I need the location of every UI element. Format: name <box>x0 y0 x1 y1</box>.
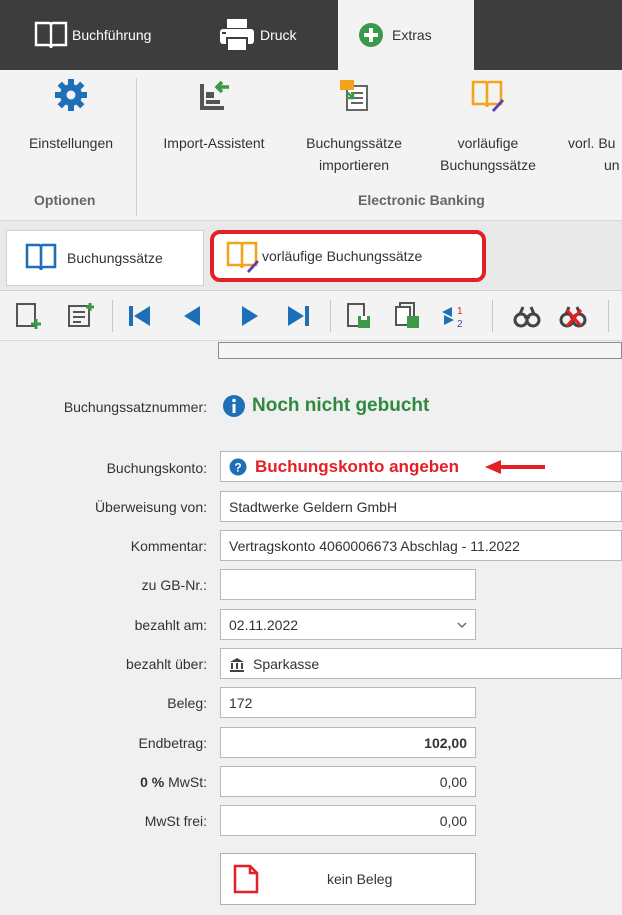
save-all-icon[interactable] <box>392 301 422 331</box>
beleg-label: Beleg: <box>167 695 207 711</box>
doctab-vorlaeufige-buchungssaetze[interactable]: vorläufige Buchungssätze <box>210 230 486 282</box>
label-line-1: vorläufige <box>457 135 519 151</box>
bezahlt-ueber-field[interactable]: Sparkasse <box>220 648 622 679</box>
first-record-icon[interactable] <box>124 301 154 331</box>
label-line-1: vorl. Bu <box>568 135 616 151</box>
group-label-electronic-banking: Electronic Banking <box>358 192 485 208</box>
search-clear-icon[interactable] <box>558 301 588 331</box>
group-label-optionen: Optionen <box>34 192 96 208</box>
label-line-2: importieren <box>318 157 390 173</box>
ueberweisung-von-label: Überweisung von: <box>94 499 207 515</box>
arrow-left-icon <box>485 459 545 474</box>
bank-icon <box>230 657 244 672</box>
import-document-icon <box>340 80 368 111</box>
help-icon: ? <box>229 458 247 475</box>
button-label: vorl. Bu un <box>568 132 622 176</box>
buchungssatznummer-label: Buchungssatznummer: <box>63 399 207 415</box>
vorlaeufige-buchungssaetze-button[interactable]: vorläufige Buchungssätze <box>424 70 552 186</box>
buchungssaetze-importieren-button[interactable]: Buchungssätze importieren <box>290 70 418 186</box>
beleg-field[interactable]: 172 <box>220 687 476 718</box>
new-list-icon[interactable] <box>66 301 96 331</box>
book-icon <box>34 21 68 49</box>
button-label: Import-Assistent <box>163 135 265 151</box>
next-record-icon[interactable] <box>236 301 266 331</box>
bezahlt-am-value: 02.11.2022 <box>229 616 299 633</box>
button-label: Buchungssätze importieren <box>290 132 418 176</box>
tab-label: Druck <box>260 27 297 43</box>
book-edit-icon <box>226 241 259 273</box>
previous-record-icon[interactable] <box>176 301 206 331</box>
tab-druck[interactable]: Druck <box>218 0 328 70</box>
toolbar-separator <box>492 300 493 332</box>
toolbar-separator <box>112 300 113 332</box>
chevron-down-icon[interactable] <box>457 622 467 628</box>
buchungskonto-label: Buchungskonto: <box>106 460 207 476</box>
ribbon-separator <box>136 78 137 216</box>
tab-buchfuehrung[interactable]: Buchführung <box>22 0 192 70</box>
ueberweisung-von-field[interactable]: Stadtwerke Geldern GmbH <box>220 491 622 522</box>
mwst-frei-field[interactable]: 0,00 <box>220 805 476 836</box>
document-tab-bar: Buchungssätze vorläufige Buchungssätze <box>0 221 622 291</box>
top-tab-bar: Buchführung Druck Extras <box>0 0 622 70</box>
label-line-2: un <box>604 157 620 173</box>
kein-beleg-label: kein Beleg <box>327 871 393 887</box>
plus-circle-icon <box>359 23 383 47</box>
kein-beleg-button[interactable]: kein Beleg <box>220 853 476 905</box>
endbetrag-field[interactable]: 102,00 <box>220 727 476 758</box>
mwst-label-text: MwSt: <box>164 774 207 790</box>
record-toolbar: 12 <box>0 291 622 341</box>
svg-text:2: 2 <box>457 319 463 330</box>
booking-status: Noch nicht gebucht <box>252 395 430 416</box>
mwst-rate: 0 % <box>140 774 165 790</box>
zu-gb-nr-label: zu GB-Nr.: <box>141 577 207 593</box>
bezahlt-am-date-picker[interactable]: 02.11.2022 <box>220 609 476 640</box>
mwst-label: 0 % MwSt: <box>0 774 207 790</box>
tab-label: Buchführung <box>72 27 152 43</box>
doctab-label: Buchungssätze <box>67 250 163 266</box>
buchungskonto-field[interactable]: ? Buchungskonto angeben <box>220 451 622 482</box>
info-icon <box>223 395 245 417</box>
doctab-buchungssaetze[interactable]: Buchungssätze <box>6 230 204 286</box>
search-icon[interactable] <box>512 301 542 331</box>
toolbar-separator <box>608 300 609 332</box>
button-label: Einstellungen <box>28 135 114 151</box>
einstellungen-button[interactable]: Einstellungen <box>12 70 130 186</box>
svg-text:1: 1 <box>457 306 463 317</box>
mwst-frei-label: MwSt frei: <box>144 813 207 829</box>
tab-label: Extras <box>392 27 432 43</box>
doctab-label: vorläufige Buchungssätze <box>262 248 423 264</box>
label-line-1: Buchungssätze <box>306 135 402 151</box>
kommentar-field[interactable]: Vertragskonto 4060006673 Abschlag - 11.2… <box>220 530 622 561</box>
toolbar-separator <box>330 300 331 332</box>
mwst-field[interactable]: 0,00 <box>220 766 476 797</box>
bezahlt-ueber-label: bezahlt über: <box>126 656 207 672</box>
book-edit-icon <box>471 80 504 112</box>
new-record-icon[interactable] <box>14 301 44 331</box>
button-label: vorläufige Buchungssätze <box>424 132 552 176</box>
gear-icon <box>55 79 87 111</box>
booking-form: Buchungssatznummer: Noch nicht gebucht B… <box>0 341 622 915</box>
import-icon <box>200 80 229 110</box>
progress-bar <box>218 342 622 359</box>
endbetrag-label: Endbetrag: <box>138 735 208 751</box>
ribbon: Einstellungen Import-Assistent Buchungss… <box>0 70 622 221</box>
renumber-icon[interactable]: 12 <box>438 301 468 331</box>
label-line-2: Buchungssätze <box>440 157 536 173</box>
tab-extras[interactable]: Extras <box>338 0 474 70</box>
buchungskonto-warning: Buchungskonto angeben <box>255 456 459 476</box>
printer-icon <box>220 19 254 52</box>
document-icon <box>233 864 259 894</box>
svg-text:?: ? <box>234 460 241 474</box>
last-record-icon[interactable] <box>284 301 314 331</box>
kommentar-label: Kommentar: <box>130 538 207 554</box>
save-icon[interactable] <box>344 301 374 331</box>
import-assistent-button[interactable]: Import-Assistent <box>146 70 282 186</box>
bezahlt-am-label: bezahlt am: <box>134 617 207 633</box>
zu-gb-nr-field[interactable] <box>220 569 476 600</box>
bezahlt-ueber-value: Sparkasse <box>253 655 320 672</box>
book-icon <box>25 243 57 271</box>
vorl-buchungssaetze-partial-button[interactable]: vorl. Bu un <box>558 70 622 186</box>
